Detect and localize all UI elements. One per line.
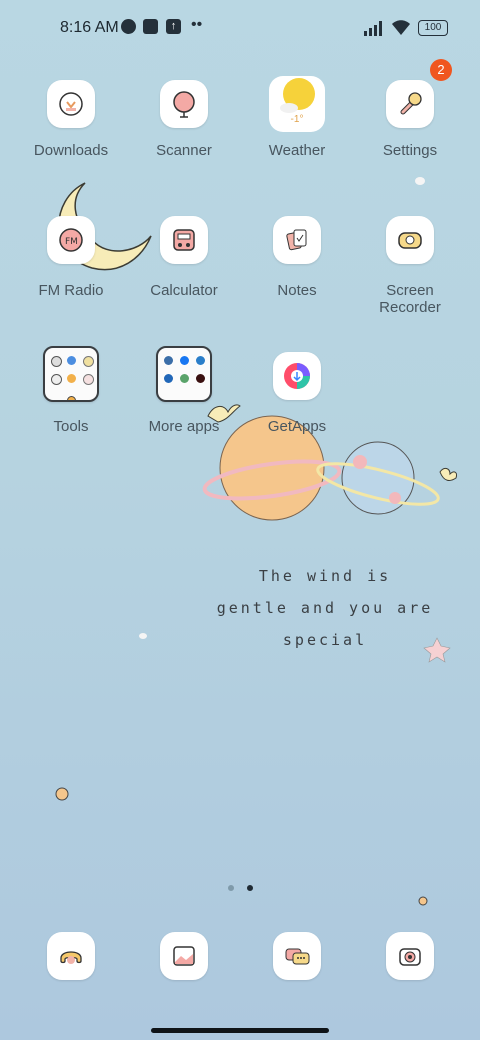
app-label: Screen Recorder bbox=[355, 282, 465, 316]
mini-app-icon bbox=[196, 356, 205, 365]
mini-app-icon bbox=[180, 374, 189, 383]
getapps-icon bbox=[273, 352, 321, 400]
notification-app-icon bbox=[121, 19, 136, 34]
weather-icon: -1° bbox=[269, 76, 325, 132]
mini-app-icon bbox=[67, 396, 76, 400]
mini-app-icon bbox=[164, 356, 173, 365]
mini-app-icon bbox=[67, 356, 76, 365]
battery-icon: 100 bbox=[418, 20, 448, 36]
app-fm-radio[interactable]: FM FM Radio bbox=[16, 216, 126, 299]
svg-text:FM: FM bbox=[65, 237, 78, 247]
gallery-icon bbox=[160, 932, 208, 980]
page-dot-2-active[interactable] bbox=[247, 885, 254, 891]
bird-right bbox=[439, 467, 457, 481]
app-screen-recorder[interactable]: Screen Recorder bbox=[355, 216, 465, 316]
app-settings[interactable]: Settings bbox=[355, 80, 465, 159]
app-notes[interactable]: Notes bbox=[242, 216, 352, 299]
app-label: FM Radio bbox=[38, 282, 104, 299]
quote-line-2: gentle and you are bbox=[216, 599, 434, 617]
page-dot-1[interactable] bbox=[228, 885, 234, 891]
scanner-icon bbox=[160, 80, 208, 128]
more-dots-icon: •• bbox=[191, 16, 203, 33]
mini-app-icon bbox=[83, 356, 94, 367]
dock-camera[interactable] bbox=[355, 932, 465, 980]
mini-app-icon bbox=[51, 374, 62, 385]
mini-app-icon bbox=[164, 374, 173, 383]
calculator-icon bbox=[160, 216, 208, 264]
dock-phone[interactable] bbox=[16, 932, 126, 980]
app-getapps[interactable]: GetApps bbox=[242, 352, 352, 435]
folder-label: More apps bbox=[148, 418, 220, 435]
label-line-1: Screen bbox=[386, 282, 434, 299]
mini-app-icon bbox=[67, 374, 76, 383]
status-bar: 8:16 AM ↑ •• 100 bbox=[0, 0, 480, 56]
wallpaper-quote: The wind is gentle and you are special bbox=[200, 560, 450, 656]
folder-more-apps[interactable]: More apps bbox=[129, 346, 239, 435]
signal-icon bbox=[364, 21, 382, 36]
folder-label: Tools bbox=[53, 418, 89, 435]
wifi-icon bbox=[392, 20, 410, 35]
fm-radio-icon: FM bbox=[47, 216, 95, 264]
screen-recorder-icon bbox=[386, 216, 434, 264]
app-weather[interactable]: -1° Weather bbox=[242, 76, 352, 159]
app-label: Downloads bbox=[33, 142, 109, 159]
app-label: GetApps bbox=[267, 418, 327, 435]
square-app-icon bbox=[143, 19, 158, 34]
folder-icon bbox=[156, 346, 212, 402]
folder-icon bbox=[43, 346, 99, 402]
app-label: Weather bbox=[268, 142, 326, 159]
status-time: 8:16 AM bbox=[60, 19, 119, 36]
app-label: Scanner bbox=[156, 142, 212, 159]
gesture-handle[interactable] bbox=[151, 1028, 329, 1033]
mini-app-icon bbox=[180, 356, 189, 365]
quote-line-1: The wind is bbox=[258, 567, 392, 585]
dock-gallery[interactable] bbox=[129, 932, 239, 980]
page-indicator bbox=[228, 878, 262, 896]
weather-temp: -1° bbox=[290, 114, 304, 125]
app-label: Calculator bbox=[150, 282, 218, 299]
phone-icon bbox=[47, 932, 95, 980]
label-line-2: Recorder bbox=[379, 299, 441, 316]
app-scanner[interactable]: Scanner bbox=[129, 80, 239, 159]
mini-app-icon bbox=[83, 374, 94, 385]
messages-icon bbox=[273, 932, 321, 980]
settings-icon bbox=[386, 80, 434, 128]
app-calculator[interactable]: Calculator bbox=[129, 216, 239, 299]
notification-badge: 2 bbox=[430, 59, 452, 81]
quote-line-3: special bbox=[282, 631, 368, 649]
app-label: Notes bbox=[277, 282, 317, 299]
dock-messages[interactable] bbox=[242, 932, 352, 980]
app-downloads[interactable]: Downloads bbox=[16, 80, 126, 159]
folder-tools[interactable]: Tools bbox=[16, 346, 126, 435]
notes-icon bbox=[273, 216, 321, 264]
downloads-icon bbox=[47, 80, 95, 128]
mini-app-icon bbox=[196, 374, 205, 383]
mini-app-icon bbox=[51, 356, 62, 367]
camera-icon bbox=[386, 932, 434, 980]
upload-app-icon: ↑ bbox=[166, 19, 181, 34]
app-label: Settings bbox=[382, 142, 438, 159]
